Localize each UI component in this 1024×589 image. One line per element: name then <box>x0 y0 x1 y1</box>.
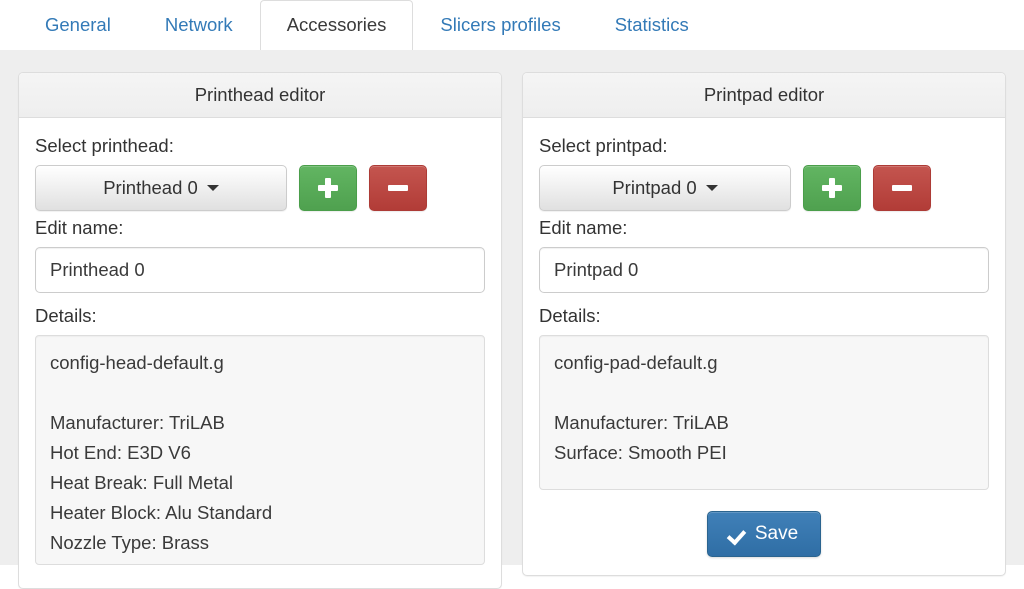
printpad-selected-option-label: Printpad 0 <box>612 177 697 198</box>
tab-slicers-profiles[interactable]: Slicers profiles <box>413 0 587 50</box>
printpad-panel-title: Printpad editor <box>523 73 1005 118</box>
tab-network[interactable]: Network <box>138 0 260 50</box>
printhead-select-label: Select printhead: <box>35 135 174 156</box>
printhead-name-input[interactable] <box>35 247 485 293</box>
printhead-select-dropdown[interactable]: Printhead 0 <box>35 165 287 211</box>
tab-slicers-profiles-label: Slicers profiles <box>440 14 561 36</box>
printhead-details-label: Details: <box>35 305 97 326</box>
tab-bar: General Network Accessories Slicers prof… <box>0 0 1024 50</box>
printpad-select-dropdown[interactable]: Printpad 0 <box>539 165 791 211</box>
plus-icon <box>822 178 842 198</box>
printpad-name-label: Edit name: <box>539 217 628 238</box>
tab-list: General Network Accessories Slicers prof… <box>18 0 1024 50</box>
printhead-name-label: Edit name: <box>35 217 124 238</box>
check-icon <box>730 526 746 542</box>
tab-general-label: General <box>45 14 111 36</box>
remove-printhead-button[interactable] <box>369 165 427 211</box>
tab-accessories[interactable]: Accessories <box>259 0 414 50</box>
add-printpad-button[interactable] <box>803 165 861 211</box>
printhead-editor-panel: Printhead editor Select printhead: Print… <box>18 72 502 589</box>
minus-icon <box>892 178 912 198</box>
printhead-panel-title: Printhead editor <box>19 73 501 118</box>
printpad-select-label: Select printpad: <box>539 135 668 156</box>
tab-statistics[interactable]: Statistics <box>588 0 716 50</box>
editors-row: Printhead editor Select printhead: Print… <box>18 72 1006 589</box>
printhead-select-row: Printhead 0 <box>35 165 485 211</box>
save-button-label: Save <box>754 523 799 544</box>
chevron-down-icon <box>206 185 219 191</box>
plus-icon <box>318 178 338 198</box>
minus-icon <box>388 178 408 198</box>
printpad-select-row: Printpad 0 <box>539 165 989 211</box>
tab-content-accessories: Printhead editor Select printhead: Print… <box>0 50 1024 589</box>
add-printhead-button[interactable] <box>299 165 357 211</box>
save-button[interactable]: Save <box>706 511 822 557</box>
printpad-details-label: Details: <box>539 305 601 326</box>
printhead-column: Printhead editor Select printhead: Print… <box>18 72 502 589</box>
tab-accessories-label: Accessories <box>286 14 387 36</box>
save-button-wrapper: Save <box>539 511 989 557</box>
printhead-details-textarea[interactable]: config-head-default.g Manufacturer: TriL… <box>35 335 485 565</box>
printpad-details-textarea[interactable]: config-pad-default.g Manufacturer: TriLA… <box>539 335 989 490</box>
printpad-panel-body: Select printpad: Printpad 0 Edit name: P… <box>523 118 1005 575</box>
printpad-name-input[interactable] <box>539 247 989 293</box>
tab-network-label: Network <box>164 14 233 36</box>
printhead-panel-body: Select printhead: Printhead 0 Edit name:… <box>19 118 501 588</box>
tab-general[interactable]: General <box>18 0 138 50</box>
printpad-column: Printpad editor Select printpad: Printpa… <box>522 72 1006 576</box>
remove-printpad-button[interactable] <box>873 165 931 211</box>
printpad-editor-panel: Printpad editor Select printpad: Printpa… <box>522 72 1006 576</box>
chevron-down-icon <box>705 185 718 191</box>
tab-statistics-label: Statistics <box>614 14 689 36</box>
printhead-selected-option-label: Printhead 0 <box>103 177 198 198</box>
